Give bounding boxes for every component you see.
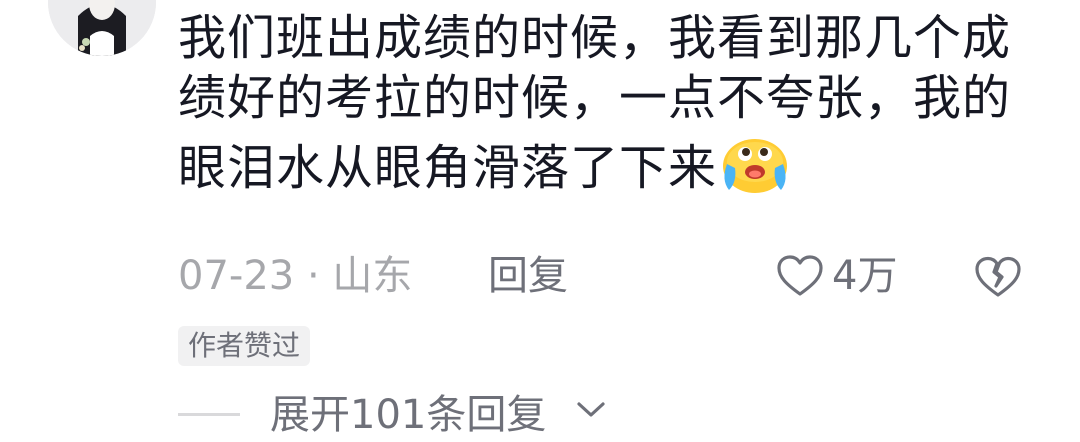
chevron-down-icon	[577, 402, 605, 417]
avatar-image	[48, 0, 156, 56]
broken-heart-icon	[975, 256, 1021, 297]
comment-date: 07-23	[178, 253, 295, 299]
heart-outline-icon	[777, 255, 823, 296]
dislike-button[interactable]	[974, 256, 1022, 302]
expand-replies-button[interactable]: 展开101条回复	[178, 388, 878, 442]
reply-button[interactable]: 回复	[488, 248, 568, 304]
comment-meta-row: 07-23 · 山东 回复 4万	[178, 248, 1038, 304]
comment-text: 我们班出成绩的时候，我看到那几个成绩好的考拉的时候，一点不夸张，我的眼泪水从眼角…	[178, 8, 1028, 200]
like-button[interactable]: 4万	[776, 248, 897, 304]
comment-body: 我们班出成绩的时候，我看到那几个成绩好的考拉的时候，一点不夸张，我的眼泪水从眼角…	[178, 10, 1012, 196]
author-liked-badge: 作者赞过	[178, 326, 311, 366]
meta-separator: ·	[306, 253, 320, 299]
crying-laughing-emoji-icon	[719, 128, 791, 200]
avatar[interactable]	[48, 0, 156, 56]
comment-meta: 07-23 · 山东	[178, 248, 412, 304]
expand-replies-label: 展开101条回复	[270, 392, 547, 438]
comment-location: 山东	[332, 253, 413, 299]
expand-divider	[178, 413, 240, 416]
like-count: 4万	[832, 253, 898, 299]
